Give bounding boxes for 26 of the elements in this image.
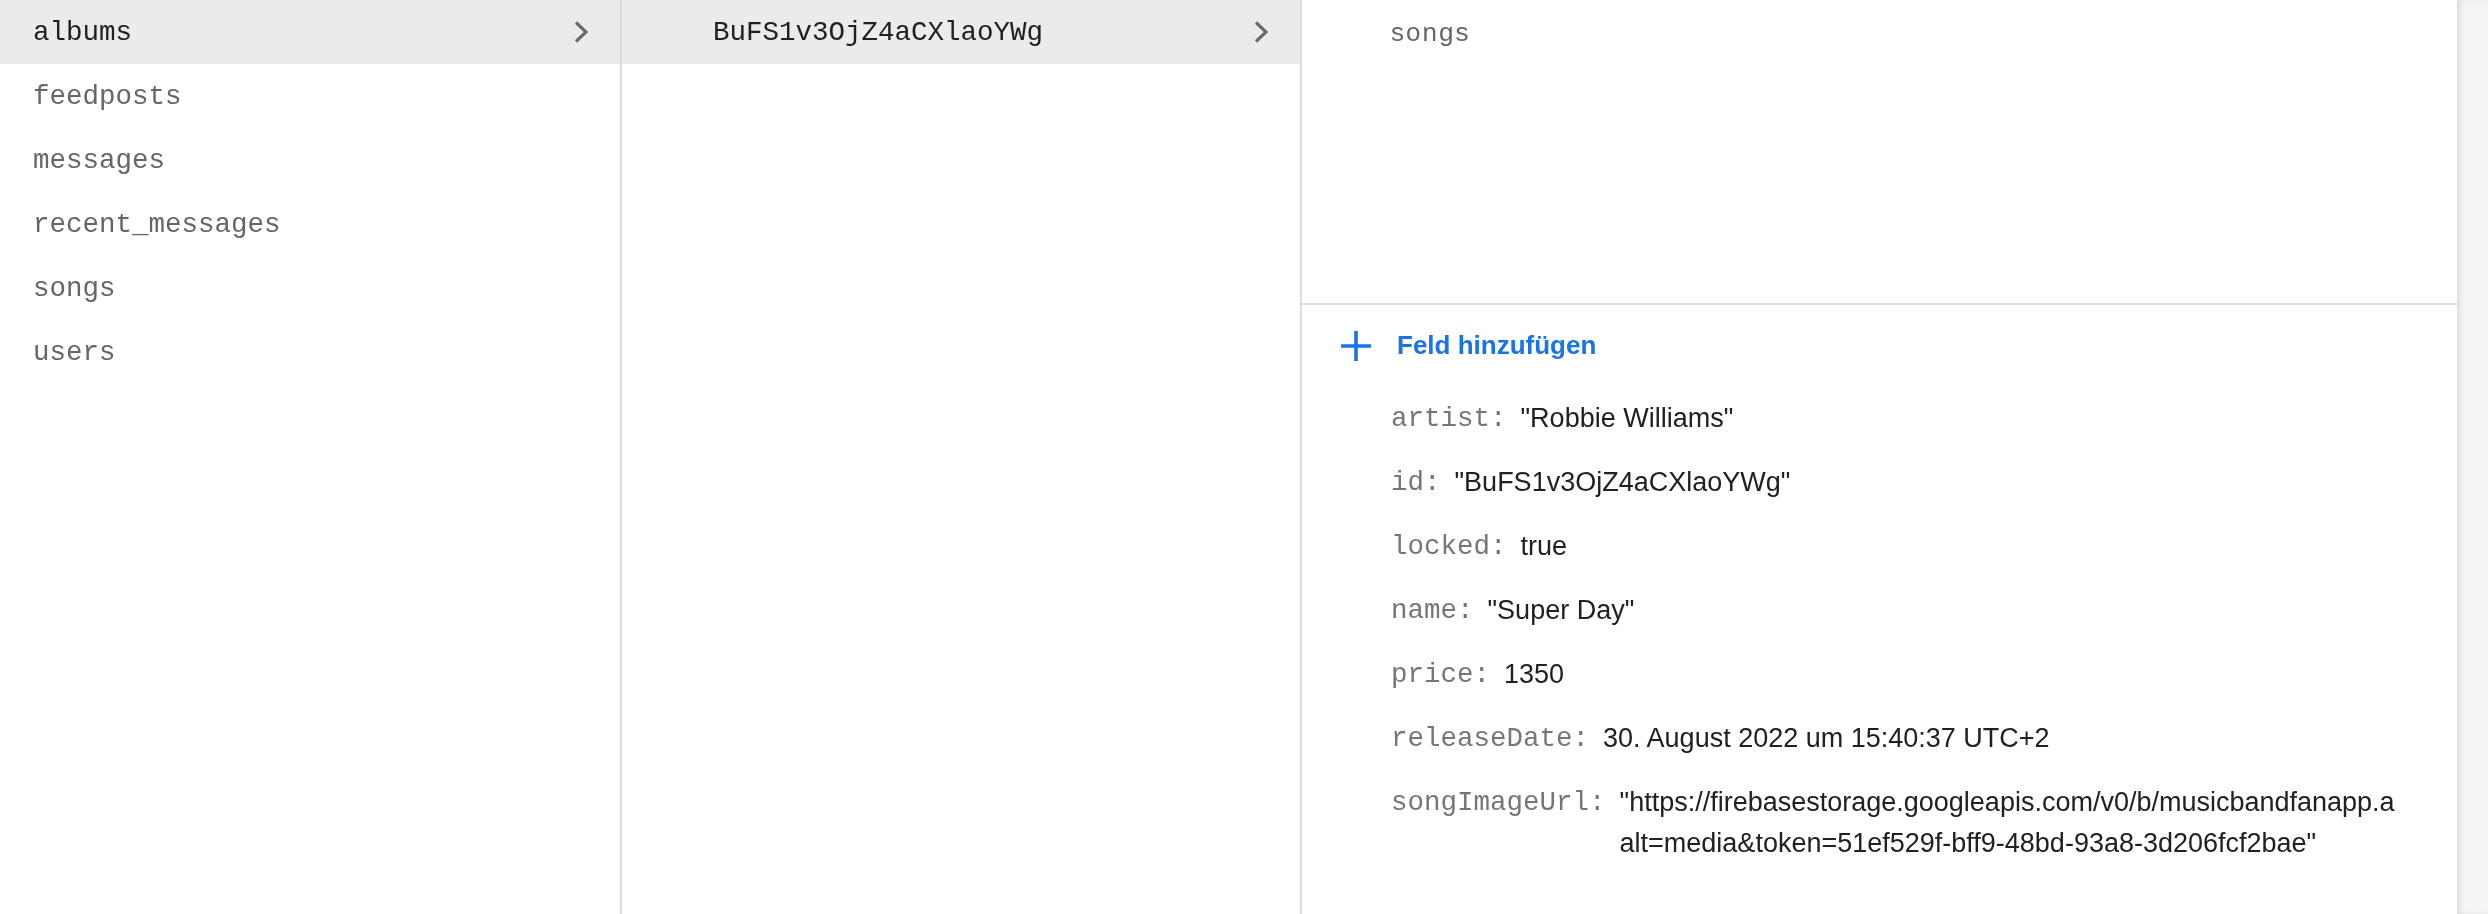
collection-item[interactable]: messages xyxy=(0,128,620,192)
field-value: 30. August 2022 um 15:40:37 UTC+2 xyxy=(1603,722,2050,755)
field-key: artist: xyxy=(1391,398,1507,439)
field-key: songImageUrl: xyxy=(1391,782,1606,823)
subcollection-item[interactable]: songs xyxy=(1302,0,2457,64)
collection-item[interactable]: albums xyxy=(0,0,620,64)
field-value: "Robbie Williams" xyxy=(1520,402,1734,435)
collection-item[interactable]: feedposts xyxy=(0,64,620,128)
field-key: id: xyxy=(1391,462,1441,503)
field-value: "BuFS1v3OjZ4aCXlaoYWg" xyxy=(1454,466,1791,499)
field-key: price: xyxy=(1391,654,1491,695)
chevron-right-icon xyxy=(574,21,588,43)
field-value: "https://firebasestorage.googleapis.com/v0/b/musicbandfanapp.a alt=media&token=51ef529f-bff9-48bd-93a8-3d206fcf2bae" xyxy=(1619,786,2395,860)
field-value: true xyxy=(1520,530,1568,563)
chevron-right-icon xyxy=(1254,21,1268,43)
collection-item[interactable]: songs xyxy=(0,256,620,320)
field-key: releaseDate: xyxy=(1391,718,1590,759)
field-key: name: xyxy=(1391,590,1474,631)
collection-item[interactable]: users xyxy=(0,320,620,384)
field-key: locked: xyxy=(1391,526,1507,567)
collection-item[interactable]: recent_messages xyxy=(0,192,620,256)
plus-icon xyxy=(1341,330,1371,361)
field-value: "Super Day" xyxy=(1487,594,1635,627)
document-item[interactable]: BuFS1v3OjZ4aCXlaoYWg xyxy=(622,0,1300,64)
field-value: 1350 xyxy=(1504,658,1565,691)
add-field-button[interactable]: Feld hinzufügen xyxy=(1341,330,1597,361)
